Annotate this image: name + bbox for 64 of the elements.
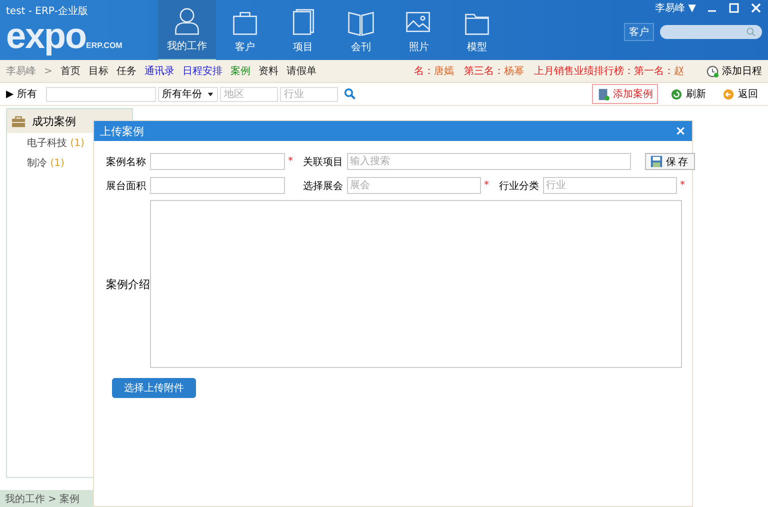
person-icon: [172, 6, 202, 36]
refresh-icon: [670, 88, 683, 100]
field-label: 选择展会: [303, 180, 344, 192]
nav-item[interactable]: 客户: [216, 0, 274, 60]
menu-link[interactable]: 请假单: [286, 64, 316, 78]
scope-dropdown[interactable]: 客户: [624, 23, 654, 41]
panel-title: 成功案例: [32, 114, 76, 128]
field-label: 案例介绍: [106, 276, 150, 292]
region-field[interactable]: 地区: [220, 86, 278, 102]
nav-item[interactable]: 照片: [390, 0, 448, 60]
back-icon: [722, 88, 735, 100]
field-label: 关联项目: [303, 156, 344, 168]
ranking-text: 第三名：杨幂: [464, 64, 524, 78]
briefcase-icon: [11, 114, 26, 128]
nav-item[interactable]: 模型: [448, 0, 506, 60]
nav-item[interactable]: 会刊: [332, 0, 390, 60]
ranking-text: 上月销售业绩排行榜：第一名：赵: [534, 64, 684, 78]
required-mark: *: [287, 156, 293, 167]
user-menu[interactable]: 李易峰 ▼: [655, 1, 696, 15]
filter-toggle[interactable]: ▶ 所有: [6, 87, 44, 101]
window-title: test - ERP-企业版: [6, 4, 89, 18]
nav-item[interactable]: 我的工作: [158, 0, 216, 60]
menu-link[interactable]: 通讯录: [144, 64, 174, 78]
close-icon[interactable]: [750, 2, 762, 14]
keyword-field[interactable]: [46, 86, 156, 102]
user-name: 李易峰: [6, 64, 36, 78]
search-field[interactable]: [660, 25, 762, 39]
dialog-title: 上传案例: [100, 124, 144, 138]
input-field[interactable]: 展会: [347, 177, 481, 194]
year-dropdown[interactable]: 所有年份: [158, 86, 218, 102]
field-label: 行业分类: [499, 180, 540, 192]
toolbar-link[interactable]: 返回: [718, 85, 762, 103]
toolbar-link[interactable]: 刷新: [666, 85, 710, 103]
status-bar: 我的工作 > 案例: [0, 490, 93, 507]
search-icon[interactable]: [344, 88, 356, 100]
field-label: 展台面积: [106, 180, 147, 192]
description-field[interactable]: [150, 200, 682, 368]
menu-link[interactable]: 日程安排: [182, 64, 222, 78]
search-icon: [746, 27, 756, 37]
field-label: 案例名称: [106, 156, 147, 168]
maximize-icon[interactable]: [728, 2, 740, 14]
clock-icon: [706, 64, 719, 78]
menu-link[interactable]: 资料: [258, 64, 278, 78]
save-button[interactable]: 保存: [645, 153, 695, 170]
industry-field[interactable]: 行业: [280, 86, 338, 102]
menu-link[interactable]: 案例: [230, 64, 250, 78]
input-field[interactable]: [150, 153, 285, 170]
input-field[interactable]: 行业: [543, 177, 677, 194]
required-mark: *: [679, 180, 685, 191]
menu-link[interactable]: 目标: [88, 64, 108, 78]
caret-icon: [207, 90, 214, 98]
input-field[interactable]: [150, 177, 285, 194]
upload-attachment-button[interactable]: 选择上传附件: [112, 378, 196, 398]
close-button[interactable]: ×: [675, 124, 686, 138]
required-mark: *: [483, 180, 489, 191]
add-schedule-link[interactable]: 添加日程: [706, 64, 762, 78]
add-case-button[interactable]: 添加案例: [592, 84, 658, 104]
ranking-text: 名：唐嫣: [414, 64, 454, 78]
file-add-icon: [597, 88, 610, 100]
menu-link[interactable]: 首页: [60, 64, 80, 78]
nav-item[interactable]: 项目: [274, 0, 332, 60]
separator: >: [44, 66, 52, 76]
input-field[interactable]: 输入搜索: [347, 153, 631, 170]
menu-link[interactable]: 任务: [116, 64, 136, 78]
